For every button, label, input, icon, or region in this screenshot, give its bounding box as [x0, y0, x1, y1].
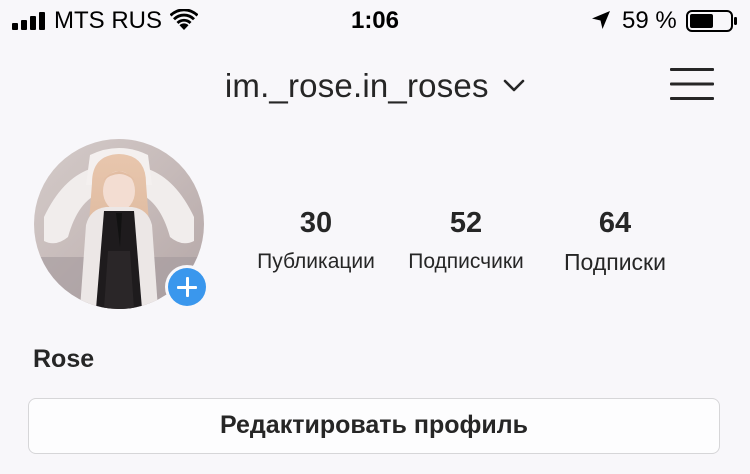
followers-label[interactable]: Подписчики: [386, 250, 546, 274]
stat-followers[interactable]: 52 Подписчики: [386, 206, 546, 274]
stat-posts[interactable]: 30 Публикации: [236, 206, 396, 274]
profile-header: im._rose.in_roses: [0, 58, 750, 114]
posts-label[interactable]: Публикации: [236, 250, 396, 274]
posts-count[interactable]: 30: [236, 206, 396, 240]
following-label[interactable]: Подписки: [535, 250, 695, 274]
edit-profile-button[interactable]: Редактировать профиль: [28, 398, 720, 454]
add-story-button[interactable]: [165, 265, 209, 309]
hamburger-menu-icon[interactable]: [668, 62, 718, 106]
profile-avatar[interactable]: [34, 139, 209, 309]
location-arrow-icon: [592, 11, 610, 29]
status-bar: MTS RUS 1:06 59 %: [0, 0, 750, 40]
username[interactable]: im._rose.in_roses: [225, 67, 489, 104]
battery-icon: [686, 10, 737, 32]
following-count[interactable]: 64: [535, 206, 695, 240]
stat-following[interactable]: 64 Подписки: [535, 206, 695, 274]
followers-count[interactable]: 52: [386, 206, 546, 240]
account-switcher[interactable]: im._rose.in_roses: [0, 66, 750, 106]
chevron-down-icon[interactable]: [503, 79, 525, 93]
profile-display-name: Rose: [33, 345, 95, 373]
battery-percentage: 59 %: [622, 7, 677, 34]
plus-icon[interactable]: [168, 268, 206, 306]
